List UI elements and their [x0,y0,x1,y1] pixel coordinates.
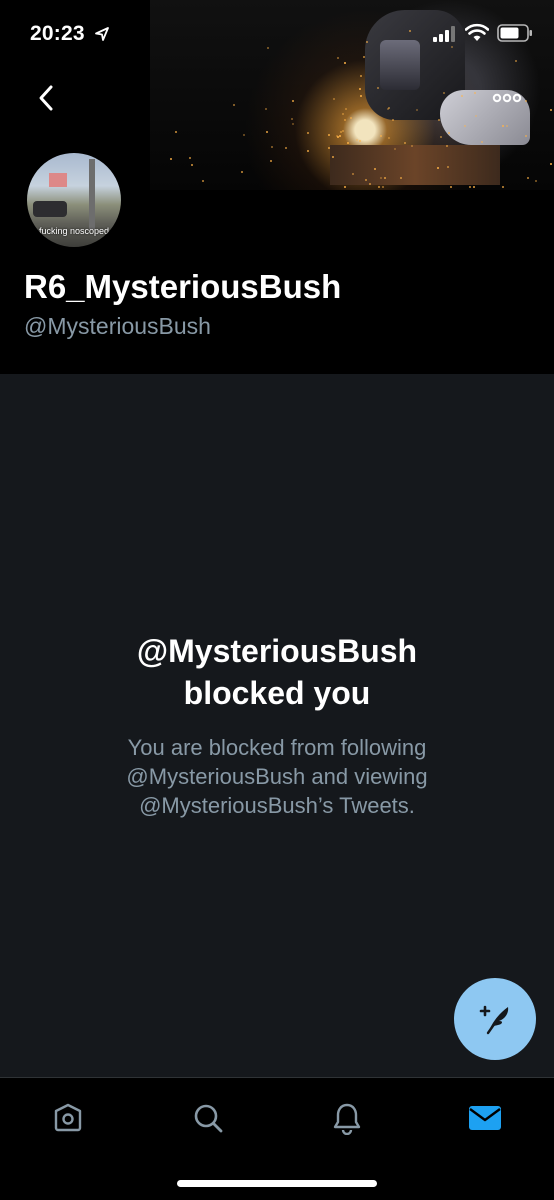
home-indicator [177,1180,377,1187]
tab-messages[interactable] [465,1098,505,1138]
avatar-caption: fucking noscoped [38,226,110,236]
cellular-signal-icon [433,26,455,42]
blocked-title-line2: blocked you [183,675,371,711]
location-arrow-icon [95,27,109,41]
blocked-desc-line2: @MysteriousBush and viewing [126,764,428,789]
blocked-description: You are blocked from following @Mysterio… [0,733,554,820]
display-name: R6_MysteriousBush [24,268,342,305]
chevron-left-icon [39,85,53,111]
tab-notifications[interactable] [327,1098,367,1138]
compose-tweet-icon [479,1005,509,1035]
profile-handle: @MysteriousBush [24,313,211,339]
wifi-icon [465,23,489,41]
blocked-desc-line1: You are blocked from following [127,735,427,760]
tab-home[interactable] [48,1098,88,1138]
blocked-content-area [0,374,554,1077]
mail-icon [469,1106,501,1130]
more-horizontal-icon [492,93,522,103]
avatar[interactable]: fucking noscoped [24,150,124,250]
status-bar: 20:23 [0,0,554,64]
search-icon [194,1104,223,1133]
battery-icon [497,24,532,42]
blocked-desc-line3: @MysteriousBush’s Tweets. [139,793,415,818]
home-icon [54,1103,82,1132]
blocked-title-line1: @MysteriousBush [136,633,418,669]
blocked-title: @MysteriousBush blocked you [0,630,554,714]
compose-tweet-button[interactable] [454,978,536,1060]
bell-icon [333,1103,361,1135]
more-options-button[interactable] [484,78,530,118]
status-time: 20:23 [30,22,85,45]
tab-search[interactable] [188,1098,228,1138]
back-button[interactable] [26,78,66,118]
